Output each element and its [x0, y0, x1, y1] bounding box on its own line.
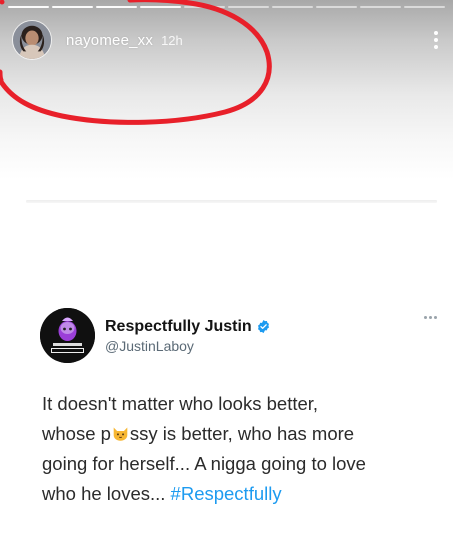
story-timestamp: 12h	[161, 32, 183, 48]
story-viewer: nayomee_xx 12h Respectfully Justin @Just…	[0, 0, 453, 549]
verified-badge-icon	[257, 319, 269, 334]
tweet-display-name[interactable]: Respectfully Justin	[105, 318, 252, 336]
story-progress-bar	[8, 6, 445, 8]
tweet-line-2-end: ssy is better, who has more	[129, 423, 355, 444]
tweet-card[interactable]: Respectfully Justin @JustinLaboy It does…	[40, 308, 437, 509]
cat-face-emoji-icon	[113, 427, 128, 441]
tweet-header: Respectfully Justin @JustinLaboy	[40, 308, 437, 363]
tweet-line-4: who he loves... #Respectfully	[42, 479, 422, 509]
tweet-line-1: It doesn't matter who looks better,	[42, 393, 319, 414]
tweet-author: Respectfully Justin @JustinLaboy	[105, 318, 271, 354]
tweet-line-2-start: whose p	[42, 423, 111, 444]
tweet-body: It doesn't matter who looks better, whos…	[42, 389, 422, 509]
tweet-avatar[interactable]	[40, 308, 95, 363]
tweet-line-3: going for herself... A nigga going to lo…	[42, 453, 366, 474]
story-avatar[interactable]	[12, 20, 52, 60]
progress-segment	[8, 6, 49, 8]
progress-segment	[316, 6, 357, 8]
progress-segment	[96, 6, 137, 8]
progress-segment	[404, 6, 445, 8]
avatar-image	[13, 21, 51, 59]
content-divider	[26, 200, 437, 203]
tweet-line-4-text: who he loves...	[42, 483, 171, 504]
more-horizontal-icon[interactable]	[424, 316, 437, 319]
progress-segment	[272, 6, 313, 8]
progress-segment	[228, 6, 269, 8]
story-username[interactable]: nayomee_xx	[66, 32, 153, 49]
progress-segment	[360, 6, 401, 8]
respectfully-logo-image	[40, 308, 95, 363]
tweet-line-2: whose p ssy is better, who has more	[42, 419, 422, 449]
progress-segment	[140, 6, 181, 8]
progress-segment	[52, 6, 93, 8]
progress-segment	[184, 6, 225, 8]
more-vertical-icon[interactable]	[429, 28, 443, 52]
display-name-row: Respectfully Justin	[105, 318, 271, 336]
tweet-handle[interactable]: @JustinLaboy	[105, 338, 271, 354]
story-header: nayomee_xx 12h	[12, 20, 443, 60]
hashtag-link[interactable]: #Respectfully	[171, 483, 282, 504]
